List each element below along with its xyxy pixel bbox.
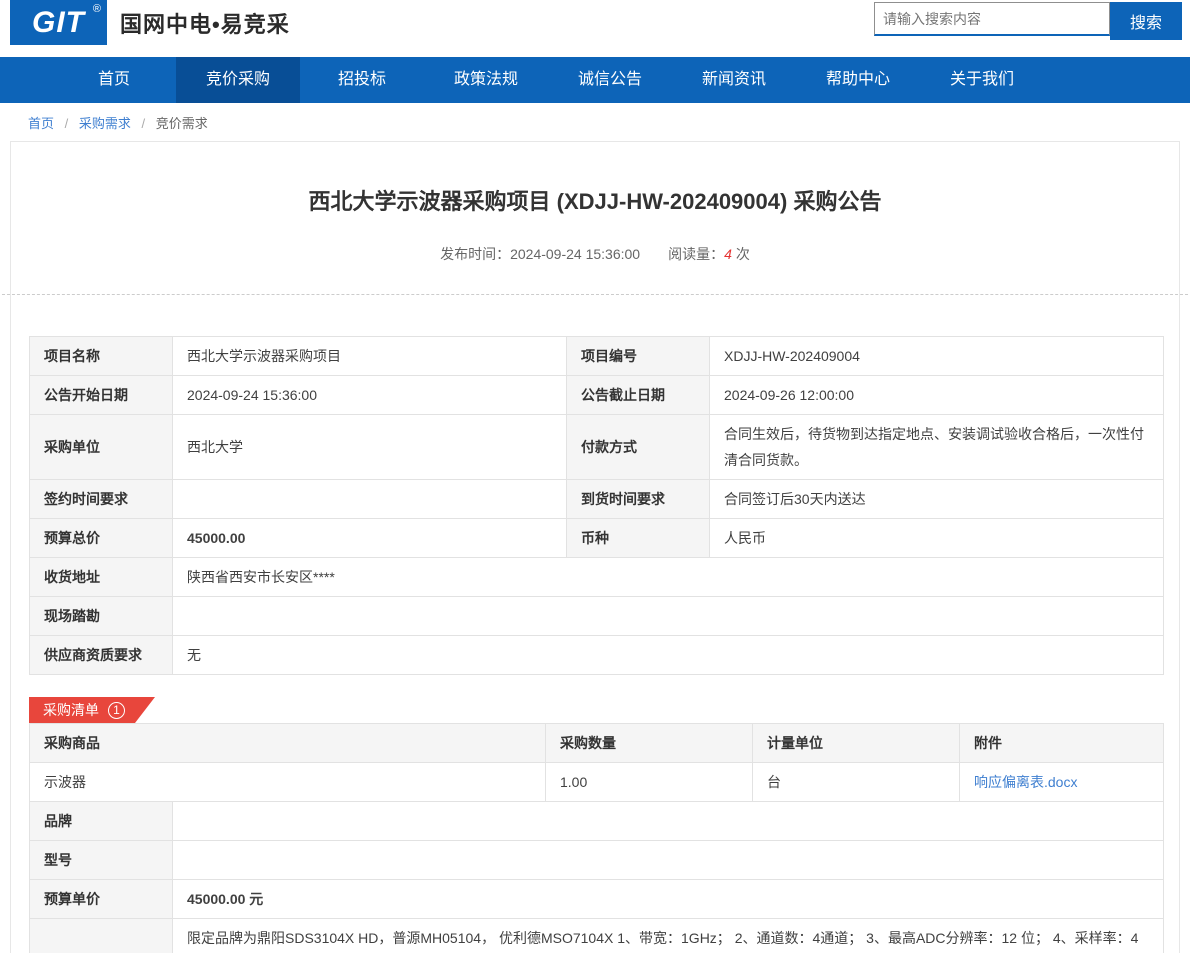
table-row: 签约时间要求 到货时间要求 合同签订后30天内送达 — [30, 480, 1164, 519]
purchase-list-count-badge: 1 — [108, 702, 125, 719]
nav-item-news[interactable]: 新闻资讯 — [672, 57, 796, 103]
table-row: 公告开始日期 2024-09-24 15:36:00 公告截止日期 2024-0… — [30, 376, 1164, 415]
table-row: 项目名称 西北大学示波器采购项目 项目编号 XDJJ-HW-202409004 — [30, 337, 1164, 376]
views-label: 阅读量： — [668, 246, 724, 262]
label-site-survey: 现场踏勘 — [30, 597, 173, 636]
breadcrumb-separator: / — [142, 116, 146, 131]
table-row: 示波器 1.00 台 响应偏离表.docx — [30, 763, 1164, 802]
nav-item-policy[interactable]: 政策法规 — [424, 57, 548, 103]
value-delivery-address: 陕西省西安市长安区**** — [173, 558, 1164, 597]
value-payment-method: 合同生效后，待货物到达指定地点、安装调试验收合格后，一次性付清合同货款。 — [710, 415, 1164, 480]
nav-item-about[interactable]: 关于我们 — [920, 57, 1044, 103]
publish-meta: 发布时间：2024-09-24 15:36:00 阅读量：4次 — [11, 244, 1179, 264]
table-row: 供应商资质要求 无 — [30, 636, 1164, 675]
label-brand: 品牌 — [30, 802, 173, 841]
value-supplier-qualification: 无 — [173, 636, 1164, 675]
value-signing-time — [173, 480, 567, 519]
value-currency: 人民币 — [710, 519, 1164, 558]
col-header-quantity: 采购数量 — [546, 724, 753, 763]
top-header: GIT ® 国网中电•易竞采 搜索 — [0, 0, 1190, 57]
label-start-date: 公告开始日期 — [30, 376, 173, 415]
item-quantity: 1.00 — [546, 763, 753, 802]
label-signing-time: 签约时间要求 — [30, 480, 173, 519]
site-name: 国网中电•易竞采 — [120, 7, 290, 39]
value-purchaser: 西北大学 — [173, 415, 567, 480]
label-specifications: 规格参数 — [30, 919, 173, 953]
page-title: 西北大学示波器采购项目 (XDJJ-HW-202409004) 采购公告 — [11, 142, 1179, 216]
breadcrumb-current: 竞价需求 — [156, 116, 208, 131]
item-unit: 台 — [753, 763, 960, 802]
label-unit-budget: 预算单价 — [30, 880, 173, 919]
table-row: 预算单价 45000.00 元 — [30, 880, 1164, 919]
purchase-list-title: 采购清单 — [43, 700, 99, 720]
logo-text: GIT — [32, 6, 85, 40]
label-delivery-address: 收货地址 — [30, 558, 173, 597]
label-supplier-qualification: 供应商资质要求 — [30, 636, 173, 675]
table-header-row: 采购商品 采购数量 计量单位 附件 — [30, 724, 1164, 763]
value-specifications: 限定品牌为鼎阳SDS3104X HD，普源MH05104， 优利德MSO7104… — [173, 919, 1164, 953]
nav-item-bidding-purchase[interactable]: 竞价采购 — [176, 57, 300, 103]
views-unit: 次 — [736, 246, 750, 262]
label-delivery-time: 到货时间要求 — [567, 480, 710, 519]
main-nav: 首页 竞价采购 招投标 政策法规 诚信公告 新闻资讯 帮助中心 关于我们 — [0, 57, 1190, 103]
table-row: 现场踏勘 — [30, 597, 1164, 636]
table-row: 收货地址 陕西省西安市长安区**** — [30, 558, 1164, 597]
publish-time-label: 发布时间： — [440, 246, 510, 262]
nav-item-help[interactable]: 帮助中心 — [796, 57, 920, 103]
dashed-divider — [0, 294, 1190, 295]
views-value: 4 — [724, 246, 732, 262]
item-detail-table: 品牌 型号 预算单价 45000.00 元 规格参数 限定品牌为鼎阳SDS310… — [29, 801, 1164, 953]
item-product-name: 示波器 — [30, 763, 546, 802]
value-site-survey — [173, 597, 1164, 636]
purchase-list-ribbon: 采购清单 1 — [29, 697, 155, 723]
breadcrumb: 首页 / 采购需求 / 竞价需求 — [0, 103, 1190, 141]
publish-time-value: 2024-09-24 15:36:00 — [510, 246, 640, 262]
col-header-attachment: 附件 — [960, 724, 1164, 763]
value-unit-budget: 45000.00 元 — [173, 880, 1164, 919]
value-start-date: 2024-09-24 15:36:00 — [173, 376, 567, 415]
value-total-budget: 45000.00 — [173, 519, 567, 558]
label-model: 型号 — [30, 841, 173, 880]
col-header-product: 采购商品 — [30, 724, 546, 763]
value-brand — [173, 802, 1164, 841]
nav-item-integrity[interactable]: 诚信公告 — [548, 57, 672, 103]
purchase-items-table: 采购商品 采购数量 计量单位 附件 示波器 1.00 台 响应偏离表.docx — [29, 723, 1164, 802]
site-logo[interactable]: GIT ® 国网中电•易竞采 — [10, 0, 290, 45]
nav-item-tender[interactable]: 招投标 — [300, 57, 424, 103]
value-delivery-time: 合同签订后30天内送达 — [710, 480, 1164, 519]
project-info-table: 项目名称 西北大学示波器采购项目 项目编号 XDJJ-HW-202409004 … — [29, 336, 1164, 675]
announcement-card: 西北大学示波器采购项目 (XDJJ-HW-202409004) 采购公告 发布时… — [10, 141, 1180, 953]
value-model — [173, 841, 1164, 880]
col-header-unit: 计量单位 — [753, 724, 960, 763]
label-project-code: 项目编号 — [567, 337, 710, 376]
nav-item-home[interactable]: 首页 — [52, 57, 176, 103]
breadcrumb-home[interactable]: 首页 — [28, 116, 54, 131]
label-purchaser: 采购单位 — [30, 415, 173, 480]
label-currency: 币种 — [567, 519, 710, 558]
label-end-date: 公告截止日期 — [567, 376, 710, 415]
table-row: 品牌 — [30, 802, 1164, 841]
label-project-name: 项目名称 — [30, 337, 173, 376]
label-payment-method: 付款方式 — [567, 415, 710, 480]
search-bar: 搜索 — [874, 2, 1182, 40]
value-end-date: 2024-09-26 12:00:00 — [710, 376, 1164, 415]
search-button[interactable]: 搜索 — [1110, 2, 1182, 40]
table-row: 预算总价 45000.00 币种 人民币 — [30, 519, 1164, 558]
logo-icon: GIT ® — [10, 0, 107, 45]
value-project-name: 西北大学示波器采购项目 — [173, 337, 567, 376]
attachment-link[interactable]: 响应偏离表.docx — [974, 774, 1077, 790]
registered-mark: ® — [93, 3, 102, 15]
table-row: 型号 — [30, 841, 1164, 880]
table-row: 采购单位 西北大学 付款方式 合同生效后，待货物到达指定地点、安装调试验收合格后… — [30, 415, 1164, 480]
value-project-code: XDJJ-HW-202409004 — [710, 337, 1164, 376]
label-total-budget: 预算总价 — [30, 519, 173, 558]
table-row: 规格参数 限定品牌为鼎阳SDS3104X HD，普源MH05104， 优利德MS… — [30, 919, 1164, 953]
breadcrumb-purchase-demand[interactable]: 采购需求 — [79, 116, 131, 131]
breadcrumb-separator: / — [65, 116, 69, 131]
search-input[interactable] — [874, 2, 1110, 36]
